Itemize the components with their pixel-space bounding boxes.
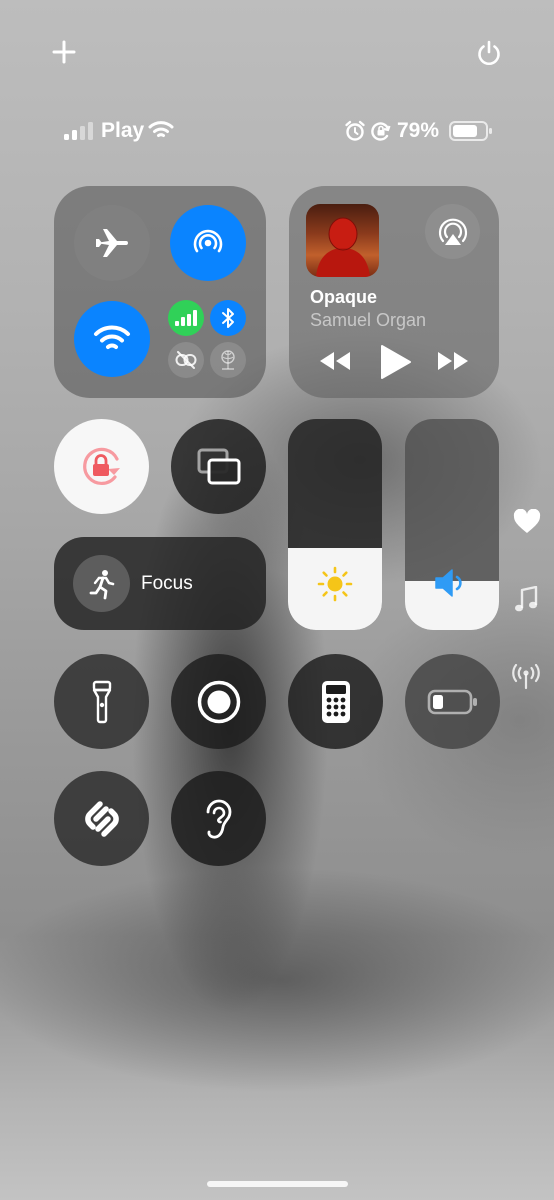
screen-mirroring-button[interactable] xyxy=(171,419,266,514)
album-art xyxy=(306,204,379,277)
screen-recording-button[interactable] xyxy=(171,654,266,749)
heart-icon xyxy=(513,509,541,533)
cellular-signal-icon xyxy=(64,122,93,140)
now-playing-panel[interactable]: Opaque Samuel Organ xyxy=(289,186,499,398)
airplay-icon xyxy=(438,218,467,245)
plus-icon xyxy=(52,40,76,64)
alarm-icon xyxy=(345,120,365,141)
calculator-icon xyxy=(321,680,350,723)
low-battery-icon xyxy=(427,689,477,714)
play-button[interactable] xyxy=(378,344,412,380)
rewind-button[interactable] xyxy=(317,348,353,374)
link-toggle[interactable] xyxy=(168,342,204,378)
volume-slider[interactable] xyxy=(405,419,499,630)
broadcast-icon xyxy=(512,664,540,690)
airplane-mode-toggle[interactable] xyxy=(74,205,150,281)
ear-icon xyxy=(206,799,231,839)
home-indicator[interactable] xyxy=(207,1181,348,1187)
focus-icon-circle xyxy=(73,555,130,612)
cellular-data-toggle[interactable] xyxy=(168,300,204,336)
record-icon xyxy=(197,680,240,723)
hearing-button[interactable] xyxy=(171,771,266,866)
music-note-icon xyxy=(515,586,538,612)
orientation-lock-icon xyxy=(82,447,120,485)
connectivity-panel xyxy=(54,186,266,398)
flashlight-icon xyxy=(92,680,111,723)
fast-forward-icon xyxy=(438,352,468,370)
favorites-page-indicator[interactable] xyxy=(513,509,541,535)
wifi-icon xyxy=(94,325,130,349)
hotspot-icon xyxy=(221,350,235,370)
battery-percent: 79% xyxy=(397,119,440,142)
screen-mirroring-icon xyxy=(197,448,240,484)
brightness-slider[interactable] xyxy=(288,419,382,630)
track-title: Opaque xyxy=(310,287,378,307)
brightness-sun-icon xyxy=(317,566,353,602)
status-bar: Play 79% xyxy=(64,116,494,146)
power-icon xyxy=(478,40,500,65)
connectivity-page-indicator[interactable] xyxy=(512,664,540,690)
running-person-icon xyxy=(89,569,114,599)
cellular-icon xyxy=(175,310,197,326)
speaker-icon xyxy=(435,569,462,597)
orientation-lock-toggle[interactable] xyxy=(54,419,149,514)
bluetooth-toggle[interactable] xyxy=(210,300,246,336)
focus-button[interactable]: Focus xyxy=(54,537,266,630)
music-page-indicator[interactable] xyxy=(514,586,538,614)
fast-forward-button[interactable] xyxy=(435,348,471,374)
carrier-name: Play xyxy=(101,119,145,142)
play-icon xyxy=(381,345,411,379)
add-button[interactable] xyxy=(50,38,78,66)
flashlight-button[interactable] xyxy=(54,654,149,749)
power-button[interactable] xyxy=(474,38,504,68)
track-artist: Samuel Organ xyxy=(310,310,427,330)
calculator-button[interactable] xyxy=(288,654,383,749)
airplane-icon xyxy=(96,229,128,257)
wifi-status-icon xyxy=(148,121,174,137)
wifi-toggle[interactable] xyxy=(74,301,150,377)
orientation-lock-status-icon xyxy=(371,122,391,141)
airplay-button[interactable] xyxy=(425,204,480,259)
personal-hotspot-toggle[interactable] xyxy=(210,342,246,378)
airdrop-icon xyxy=(193,229,223,253)
bluetooth-icon xyxy=(222,308,234,328)
battery-icon xyxy=(449,121,492,141)
low-power-mode-button[interactable] xyxy=(405,654,500,749)
link-icon xyxy=(175,351,197,369)
airdrop-toggle[interactable] xyxy=(170,205,246,281)
shazam-icon xyxy=(84,800,119,837)
shazam-button[interactable] xyxy=(54,771,149,866)
rewind-icon xyxy=(320,352,350,370)
focus-label: Focus xyxy=(141,573,193,594)
